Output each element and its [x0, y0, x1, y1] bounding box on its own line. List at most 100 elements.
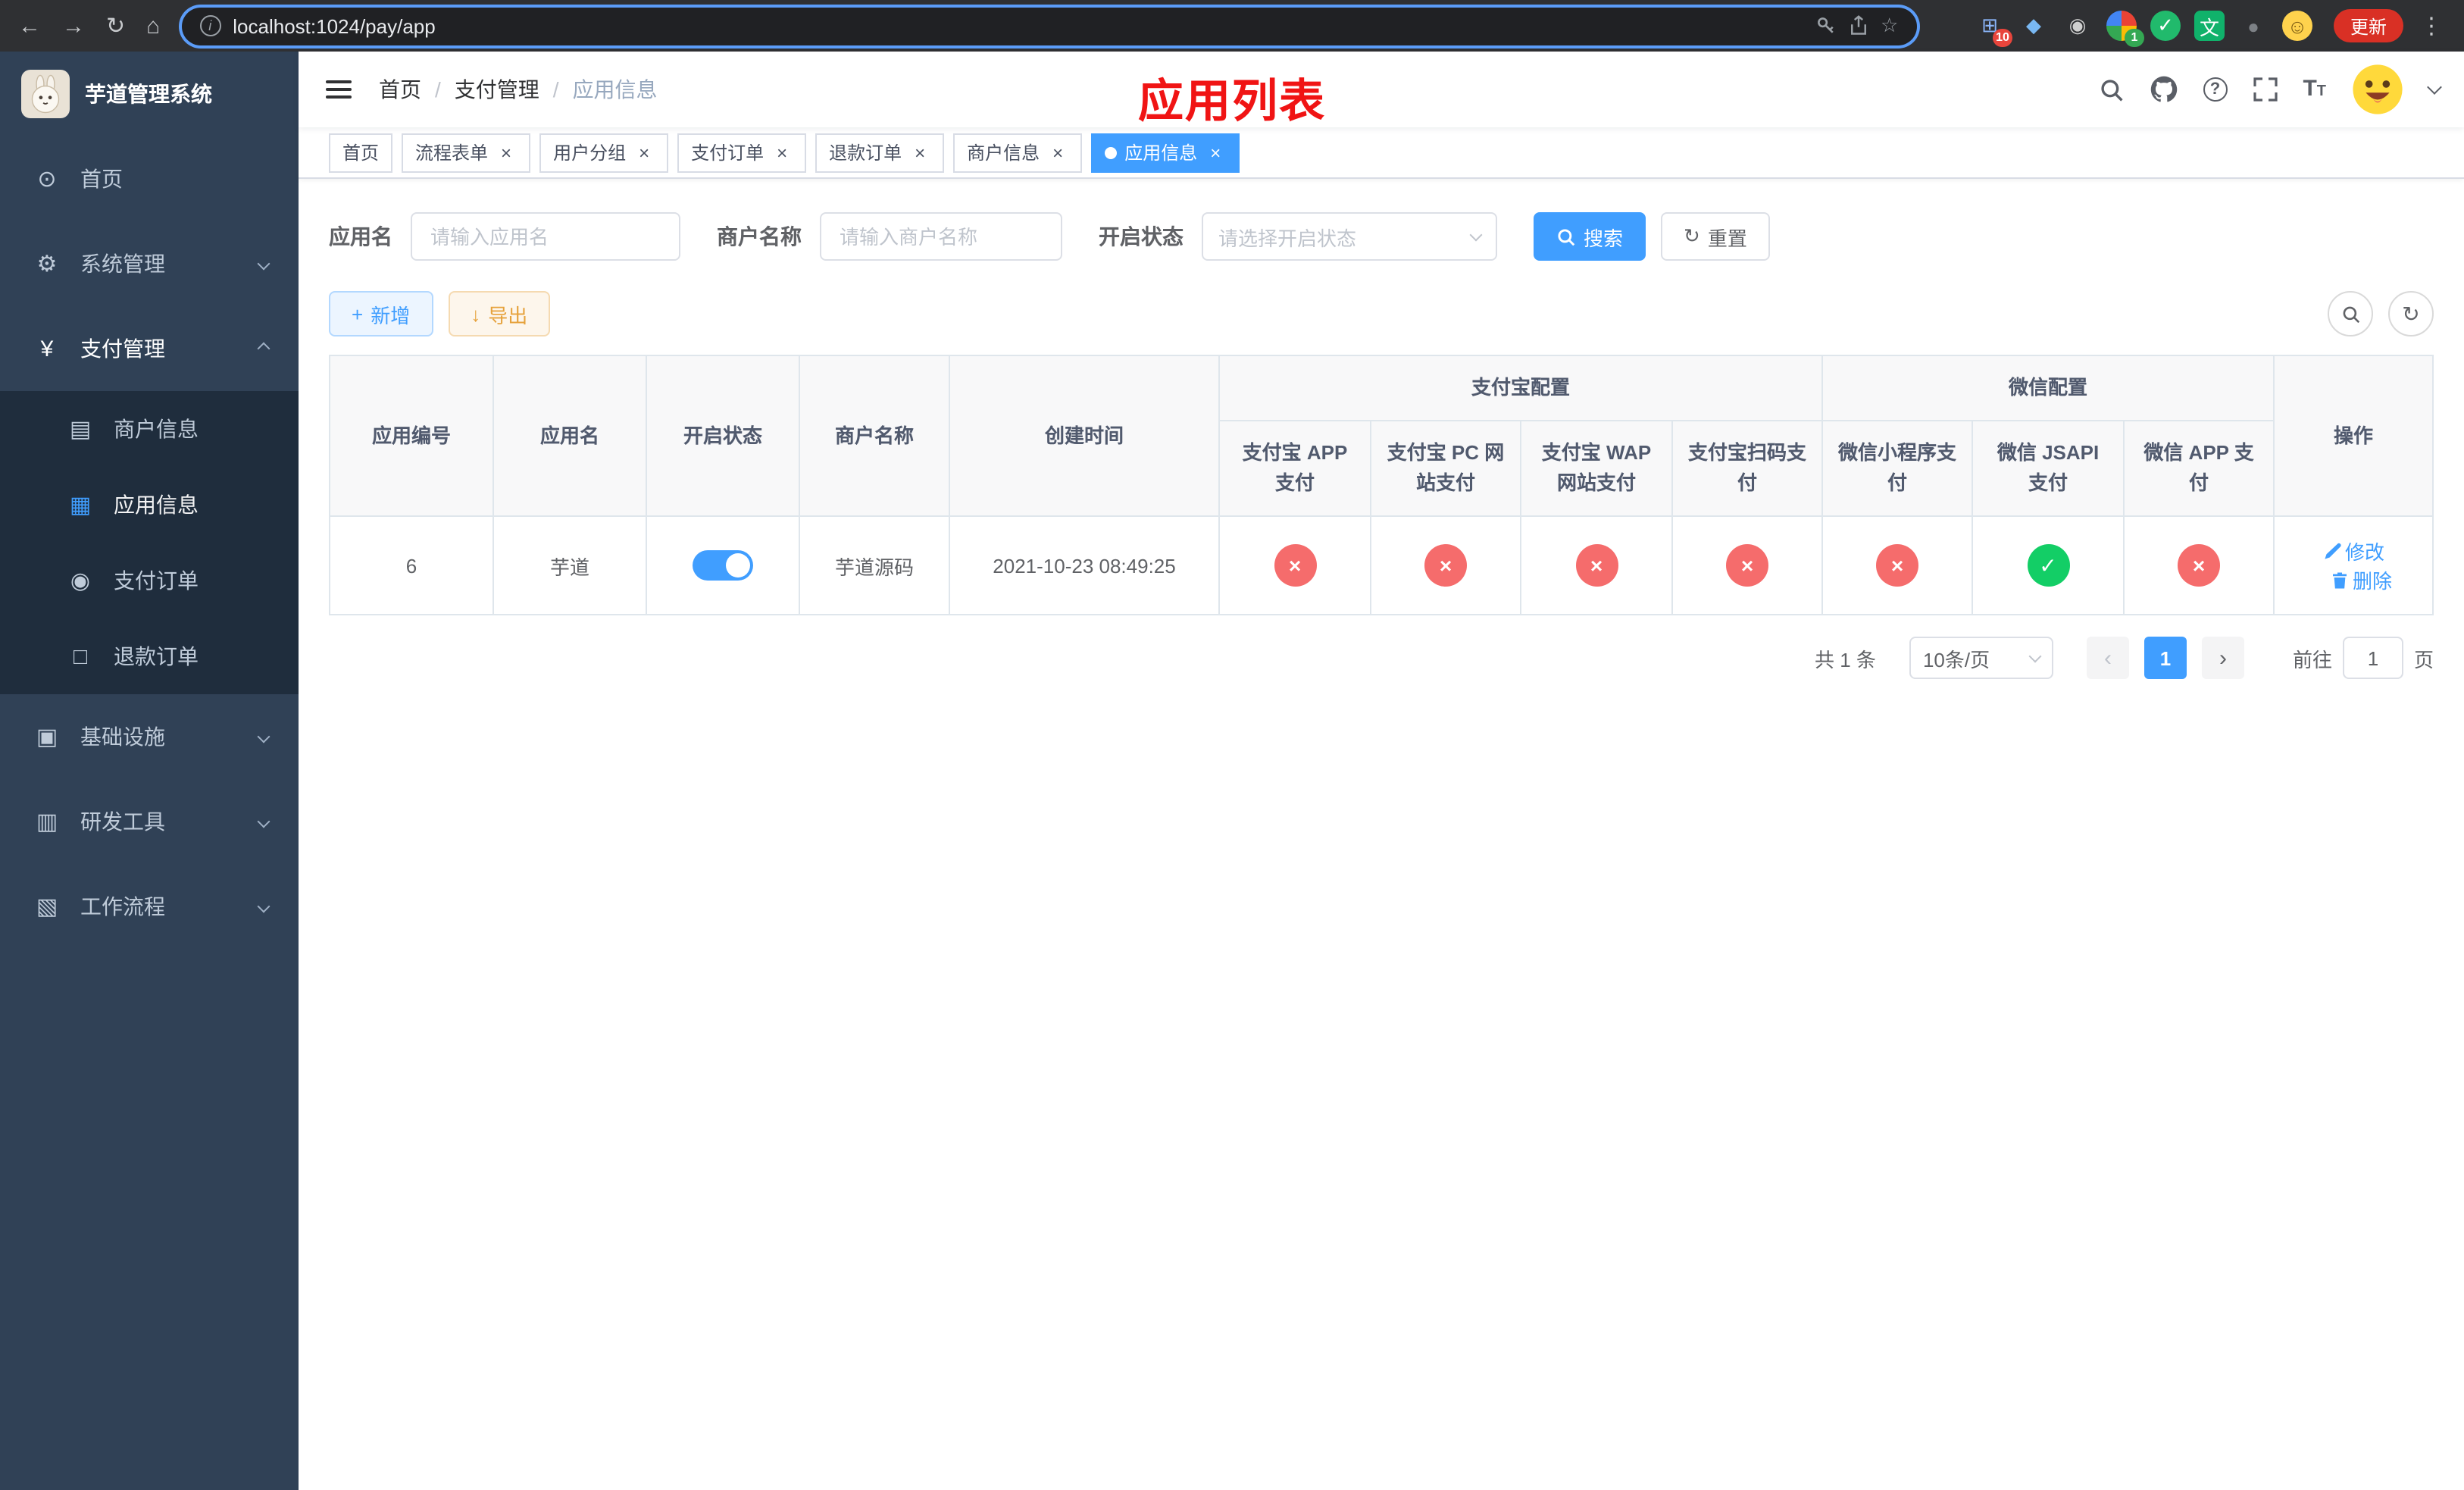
merchant-name-input[interactable] — [820, 212, 1062, 261]
password-key-icon[interactable] — [1815, 15, 1837, 36]
sidebar-item-label: 支付管理 — [80, 337, 165, 361]
table-row: 6 芋道 芋道源码 2021-10-23 08:49:25 × × × × × … — [329, 515, 2434, 615]
sidebar-item[interactable]: ◉ 支付订单 — [0, 543, 299, 618]
navbar-actions: ? TT — [2098, 64, 2442, 115]
right-toolbar: ↻ — [2328, 291, 2434, 337]
close-icon[interactable]: × — [1047, 142, 1068, 163]
toggle-search-button[interactable] — [2328, 291, 2373, 337]
col-app-id: 应用编号 — [329, 355, 494, 517]
sidebar-item[interactable]: ▧ 工作流程 — [0, 864, 299, 949]
view-tab[interactable]: 用户分组 × — [539, 133, 669, 172]
edit-button[interactable]: 修改 — [2322, 537, 2384, 565]
browser-menu-icon[interactable]: ⋮ — [2417, 12, 2446, 39]
sidebar-item[interactable]: ▥ 研发工具 — [0, 779, 299, 864]
refresh-table-button[interactable]: ↻ — [2388, 291, 2434, 337]
add-button[interactable]: + 新增 — [329, 291, 433, 337]
tab-label: 商户信息 — [967, 142, 1040, 164]
sidebar-item[interactable]: ▤ 商户信息 — [0, 391, 299, 467]
view-tab[interactable]: 退款订单 × — [815, 133, 945, 172]
current-page-button[interactable]: 1 — [2143, 637, 2187, 679]
close-icon[interactable]: × — [633, 142, 655, 163]
sidebar-item[interactable]: ▣ 基础设施 — [0, 694, 299, 779]
font-size-icon[interactable]: TT — [2303, 76, 2326, 103]
search-icon — [2342, 305, 2359, 323]
puzzle-extension-icon[interactable]: ⊞ 10 — [1975, 11, 2012, 47]
total-count: 共 1 条 — [1815, 648, 1876, 671]
help-icon[interactable]: ? — [2203, 77, 2228, 102]
breadcrumb-pay[interactable]: 支付管理 — [455, 74, 539, 105]
view-tab[interactable]: 首页 — [329, 133, 393, 172]
site-info-icon[interactable]: i — [199, 15, 221, 36]
col-app-name: 应用名 — [492, 355, 647, 517]
search-button[interactable]: 搜索 — [1534, 212, 1646, 261]
back-icon[interactable]: ← — [18, 14, 41, 37]
col-wechat-mini: 微信小程序支付 — [1821, 420, 1974, 517]
next-page-button[interactable]: › — [2201, 637, 2244, 679]
search-icon[interactable] — [2098, 77, 2124, 102]
delete-button[interactable]: 删除 — [2330, 565, 2392, 594]
close-icon[interactable]: × — [1205, 142, 1226, 163]
smiley-extension-icon[interactable]: ☺ — [2281, 11, 2312, 41]
breadcrumb-separator: / — [552, 77, 559, 102]
workflow-icon: ▧ — [36, 894, 58, 920]
reload-icon[interactable]: ↻ — [106, 14, 125, 37]
goto-page-input[interactable] — [2342, 637, 2403, 679]
close-icon[interactable]: × — [771, 142, 793, 163]
breadcrumb-home[interactable]: 首页 — [379, 74, 421, 105]
view-tab[interactable]: 支付订单 × — [677, 133, 807, 172]
home-icon[interactable]: ⌂ — [146, 14, 160, 37]
user-avatar[interactable] — [2352, 64, 2403, 115]
sidebar-item[interactable]: ⊙ 首页 — [0, 136, 299, 221]
dark-shape-extension-icon[interactable]: ● — [2238, 11, 2269, 41]
plus-icon: + — [352, 302, 364, 325]
dashboard-icon: ⊙ — [37, 167, 57, 193]
status-switch[interactable] — [693, 550, 753, 581]
app-name-input[interactable] — [411, 212, 680, 261]
app-grid-icon: ▦ — [69, 493, 92, 518]
cell-merchant: 芋道源码 — [799, 515, 950, 615]
col-group-wechat: 微信配置 — [1821, 355, 2275, 421]
prev-page-button[interactable]: ‹ — [2086, 637, 2129, 679]
github-icon[interactable] — [2150, 76, 2177, 103]
yen-icon: ¥ — [40, 336, 54, 362]
green-check-extension-icon[interactable]: ✓ — [2150, 11, 2181, 41]
col-status: 开启状态 — [646, 355, 800, 517]
share-icon[interactable] — [1849, 15, 1868, 36]
view-tab[interactable]: 应用信息 × — [1091, 133, 1240, 172]
sidebar-menu: ⊙ 首页 ⚙ 系统管理 ¥ 支付管理 ▤ 商户信息 ▦ 应用信息 ◉ 支付订单 … — [0, 136, 299, 1490]
col-alipay-wap: 支付宝 WAP 网站支付 — [1520, 420, 1673, 517]
address-bar[interactable]: i localhost:1024/pay/app ☆ — [181, 7, 1917, 45]
pen-icon — [2324, 542, 2340, 559]
diamond-extension-icon[interactable]: ◆ — [2018, 11, 2049, 41]
app-name-label: 应用名 — [329, 224, 392, 249]
color-wheel-extension-icon[interactable]: 1 — [2106, 11, 2144, 47]
download-icon: ↓ — [471, 302, 481, 325]
refresh-icon: ↻ — [2402, 301, 2420, 325]
export-button[interactable]: ↓ 导出 — [448, 291, 551, 337]
view-tab[interactable]: 流程表单 × — [402, 133, 531, 172]
chevron-icon — [257, 730, 270, 743]
url-text: localhost:1024/pay/app — [233, 14, 436, 37]
view-tab[interactable]: 商户信息 × — [953, 133, 1083, 172]
dark-circle-extension-icon[interactable]: ◉ — [2062, 11, 2093, 41]
fullscreen-icon[interactable] — [2253, 77, 2278, 102]
close-icon[interactable]: × — [496, 142, 517, 163]
page-size-select[interactable]: 10条/页 — [1909, 637, 2053, 679]
sidebar-item[interactable]: □ 退款订单 — [0, 618, 299, 694]
sidebar-item[interactable]: ¥ 支付管理 — [0, 306, 299, 391]
sidebar-toggle-button[interactable] — [323, 74, 355, 105]
sidebar-item[interactable]: ⚙ 系统管理 — [0, 221, 299, 306]
status-select[interactable]: 请选择开启状态 — [1202, 212, 1497, 261]
reset-button[interactable]: ↻ 重置 — [1661, 212, 1770, 261]
bookmark-star-icon[interactable]: ☆ — [1881, 14, 1898, 38]
sidebar-item-label: 退款订单 — [114, 644, 199, 668]
forward-icon[interactable]: → — [62, 14, 85, 37]
col-group-alipay: 支付宝配置 — [1218, 355, 1824, 421]
sidebar-item-label: 系统管理 — [80, 252, 165, 276]
tab-label: 退款订单 — [829, 142, 902, 164]
sidebar-item[interactable]: ▦ 应用信息 — [0, 467, 299, 543]
browser-update-button[interactable]: 更新 — [2333, 9, 2403, 42]
caret-down-icon[interactable] — [2427, 79, 2442, 94]
close-icon[interactable]: × — [909, 142, 930, 163]
green-chat-extension-icon[interactable]: 文 — [2194, 11, 2225, 41]
